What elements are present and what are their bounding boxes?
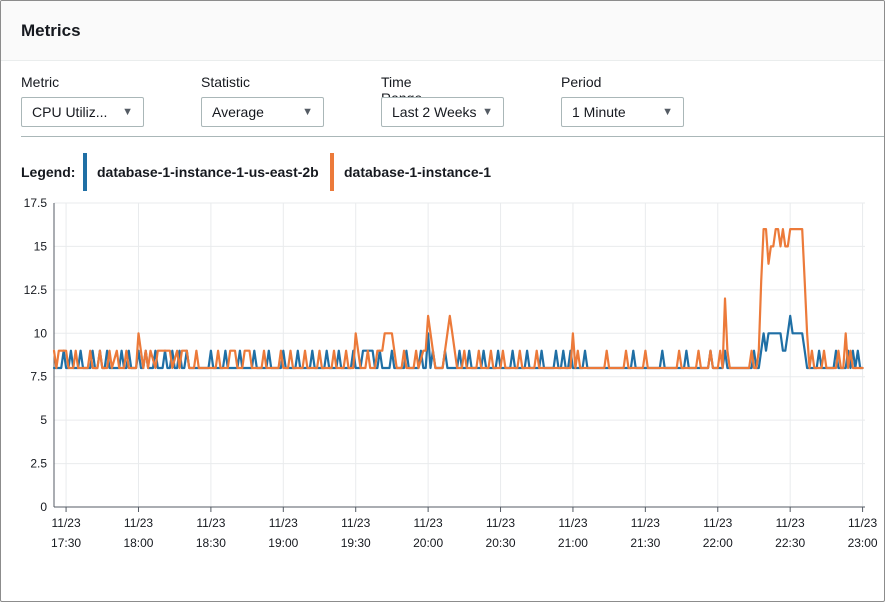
caret-down-icon: ▼ [302,106,313,118]
legend-swatch [330,153,334,191]
period-control: Period 1 Minute ▼ [561,74,684,127]
x-tick-label-time: 20:00 [413,536,443,550]
panel-header: Metrics [1,1,884,61]
y-tick-label: 12.5 [24,283,48,297]
legend-item-label: database-1-instance-1 [344,164,492,180]
x-tick-label-time: 19:00 [268,536,298,550]
x-tick-label-date: 11/23 [703,516,732,530]
x-tick-label-time: 17:30 [51,536,81,550]
y-tick-label: 5 [40,413,47,427]
x-tick-label-time: 22:00 [703,536,733,550]
time-range-label: Time Range [381,74,422,106]
time-range-control: Time Range Last 2 Weeks ▼ [381,74,504,127]
y-tick-label: 2.5 [30,457,47,471]
period-select-value: 1 Minute [572,104,626,120]
metric-select[interactable]: CPU Utiliz... ▼ [21,97,144,127]
caret-down-icon: ▼ [482,106,493,118]
series-line-instance-1 [52,227,864,370]
time-range-select[interactable]: Last 2 Weeks ▼ [381,97,504,127]
statistic-select-value: Average [212,104,264,120]
statistic-select[interactable]: Average ▼ [201,97,324,127]
x-tick-label-time: 21:00 [558,536,588,550]
x-tick-label-time: 22:30 [775,536,805,550]
statistic-label: Statistic [201,74,251,90]
x-tick-label-time: 20:30 [486,536,516,550]
metric-control: Metric CPU Utiliz... ▼ [21,74,144,127]
x-tick-label-date: 11/23 [124,516,153,530]
x-tick-label-date: 11/23 [341,516,370,530]
divider [21,136,884,137]
y-tick-label: 15 [34,239,48,253]
x-tick-label-time: 23:00 [848,536,878,550]
y-tick-label: 10 [34,326,48,340]
x-tick-label-time: 18:30 [196,536,226,550]
x-tick-label-date: 11/23 [269,516,298,530]
legend-label: Legend: [21,164,76,180]
x-tick-label-time: 18:00 [123,536,153,550]
metrics-panel: Metrics Metric CPU Utiliz... ▼ Statistic… [0,0,885,602]
panel-title: Metrics [21,21,81,40]
period-label: Period [561,74,602,90]
x-tick-label-date: 11/23 [558,516,587,530]
period-select[interactable]: 1 Minute ▼ [561,97,684,127]
x-tick-label-time: 21:30 [630,536,660,550]
y-tick-label: 7.5 [30,370,47,384]
x-tick-label-date: 11/23 [414,516,443,530]
legend-item-label: database-1-instance-1-us-east-2b [97,164,319,180]
x-tick-label-date: 11/23 [631,516,660,530]
x-tick-label-date: 11/23 [51,516,80,530]
x-tick-label-date: 11/23 [848,516,877,530]
x-tick-label-date: 11/23 [196,516,225,530]
statistic-control: Statistic Average ▼ [201,74,324,127]
caret-down-icon: ▼ [662,106,673,118]
caret-down-icon: ▼ [122,106,133,118]
y-tick-label: 0 [40,500,47,514]
x-tick-label-date: 11/23 [486,516,515,530]
legend-swatch [83,153,87,191]
y-tick-label: 17.5 [24,196,48,210]
line-chart: 0 2.5 5 7.5 10 12.5 15 17.5 11/23 17:30 11/23 18:00… [24,196,878,550]
metric-select-value: CPU Utiliz... [32,104,108,120]
x-tick-label-date: 11/23 [776,516,805,530]
x-tick-label-time: 19:30 [341,536,371,550]
time-range-select-value: Last 2 Weeks [392,104,477,120]
metric-label: Metric [21,74,60,90]
